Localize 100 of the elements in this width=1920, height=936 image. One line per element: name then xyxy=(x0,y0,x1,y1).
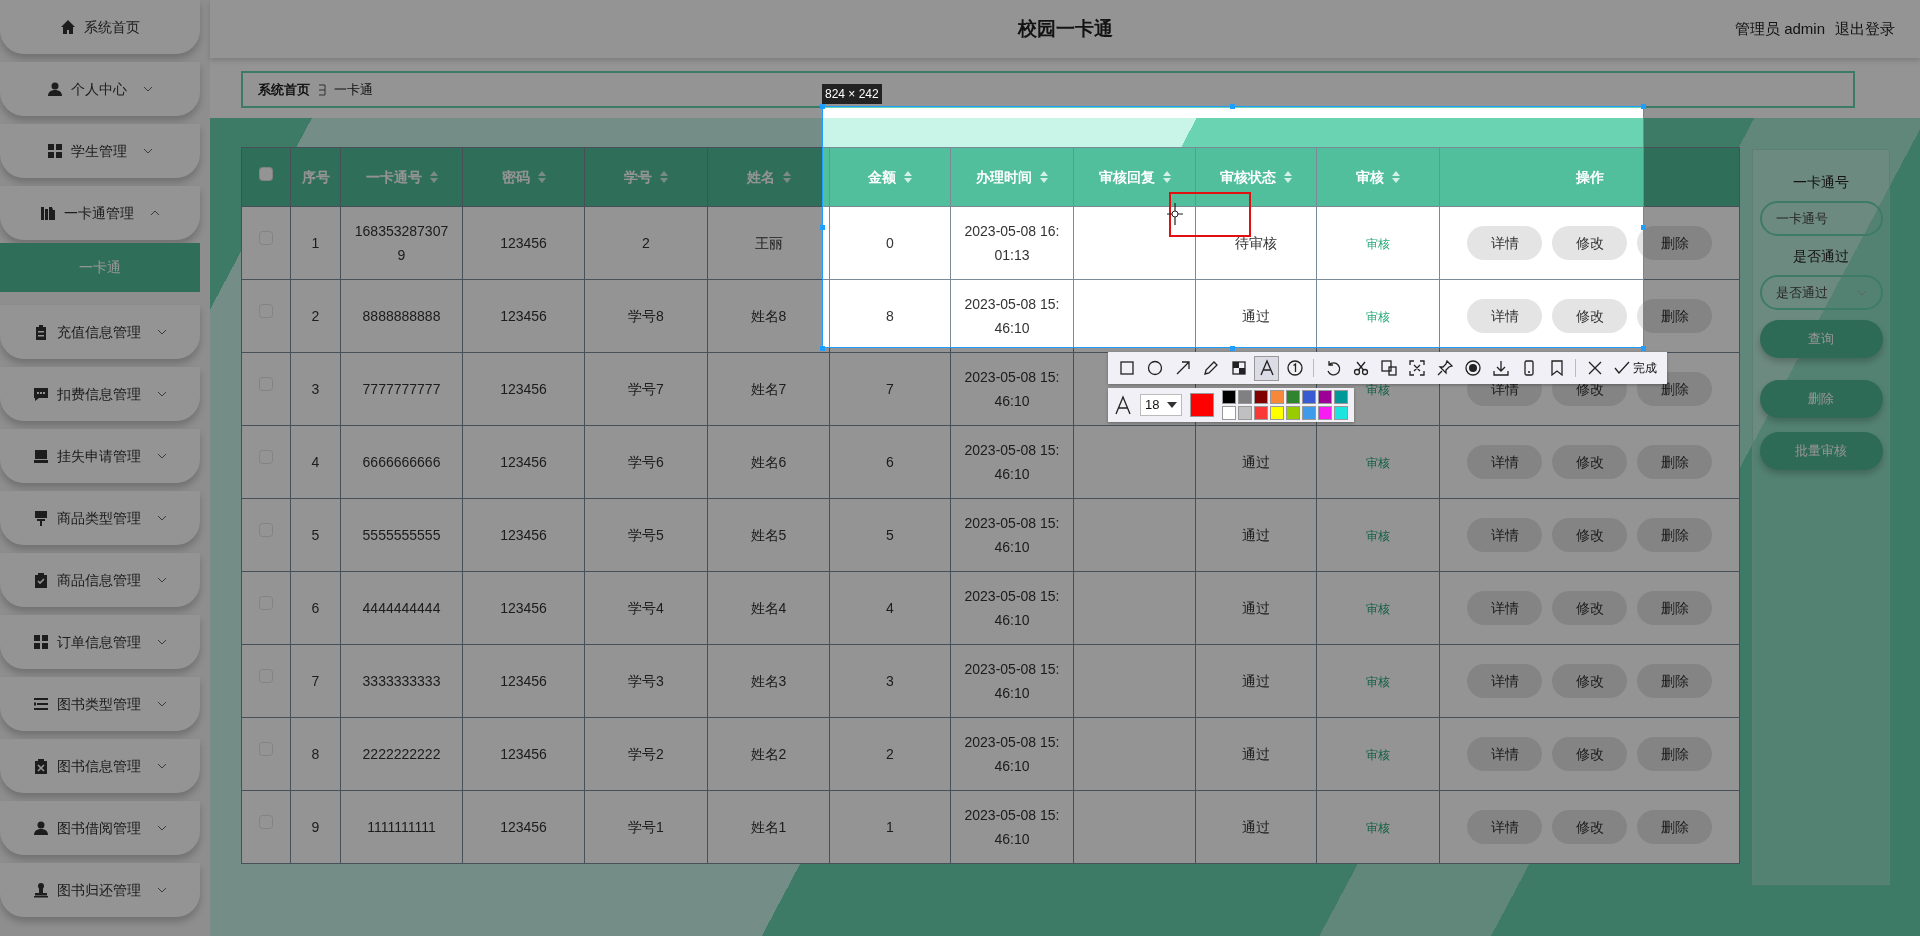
table-cell-text: 0 xyxy=(886,235,894,251)
breadcrumb-link[interactable]: 系统首页 xyxy=(258,79,310,100)
resize-handle[interactable] xyxy=(1230,346,1235,351)
font-icon xyxy=(1114,395,1132,415)
sidebar-item[interactable]: 图书信息管理 xyxy=(0,739,200,793)
sort-icon[interactable] xyxy=(782,171,791,183)
action-button[interactable]: 修改 xyxy=(1552,299,1627,333)
font-size-select[interactable]: 18 xyxy=(1140,394,1182,416)
action-button[interactable]: 详情 xyxy=(1467,810,1542,844)
review-link[interactable]: 审核 xyxy=(1366,747,1390,762)
color-swatch[interactable] xyxy=(1334,406,1348,420)
table-cell-text: 2023-05-08 15:46:10 xyxy=(964,369,1060,409)
color-swatch[interactable] xyxy=(1238,390,1252,404)
sort-icon[interactable] xyxy=(1162,171,1171,183)
action-button[interactable]: 修改 xyxy=(1552,591,1627,625)
action-button[interactable]: 详情 xyxy=(1467,591,1542,625)
sort-icon[interactable] xyxy=(1392,171,1400,183)
action-button[interactable]: 修改 xyxy=(1552,226,1627,260)
color-swatch[interactable] xyxy=(1238,406,1252,420)
sidebar-item[interactable]: 系统首页 xyxy=(0,0,200,54)
sidebar-item[interactable]: 图书归还管理 xyxy=(0,863,200,917)
action-button[interactable]: 修改 xyxy=(1552,810,1627,844)
review-link[interactable]: 审核 xyxy=(1366,601,1390,616)
sidebar-item[interactable]: 充值信息管理 xyxy=(0,305,200,359)
color-swatch[interactable] xyxy=(1270,406,1284,420)
color-swatch[interactable] xyxy=(1254,390,1268,404)
sort-icon[interactable] xyxy=(1284,171,1292,183)
sidebar-item[interactable]: 图书借阅管理 xyxy=(0,801,200,855)
sidebar-item[interactable]: 扣费信息管理 xyxy=(0,367,200,421)
action-button[interactable]: 修改 xyxy=(1552,737,1627,771)
logout-link[interactable]: 退出登录 xyxy=(1835,17,1895,41)
review-link[interactable]: 审核 xyxy=(1366,382,1390,397)
table-cell-text: 学号6 xyxy=(628,454,664,470)
resize-handle[interactable] xyxy=(820,346,825,351)
color-swatch[interactable] xyxy=(1254,406,1268,420)
sidebar-item[interactable]: 学生管理 xyxy=(0,124,200,178)
action-button[interactable]: 修改 xyxy=(1552,518,1627,552)
review-link[interactable]: 审核 xyxy=(1366,528,1390,543)
color-swatch[interactable] xyxy=(1318,406,1332,420)
color-swatch[interactable] xyxy=(1302,406,1316,420)
review-link[interactable]: 审核 xyxy=(1366,455,1390,470)
sidebar-item[interactable]: 一卡通管理 xyxy=(0,186,200,240)
annotation-rectangle[interactable] xyxy=(1169,192,1251,237)
action-button[interactable]: 详情 xyxy=(1467,518,1542,552)
sort-icon[interactable] xyxy=(1040,171,1048,183)
resize-handle[interactable] xyxy=(1641,225,1646,230)
resize-handle[interactable] xyxy=(1230,104,1235,109)
action-button[interactable]: 删除 xyxy=(1637,518,1712,552)
sidebar-item[interactable]: 商品信息管理 xyxy=(0,553,200,607)
select-field[interactable]: 是否通过 xyxy=(1759,275,1883,310)
grid-icon xyxy=(33,634,49,650)
color-swatch[interactable] xyxy=(1286,390,1300,404)
separator-icon xyxy=(318,83,326,96)
review-link[interactable]: 审核 xyxy=(1366,674,1390,689)
action-button[interactable]: 删除 xyxy=(1637,810,1712,844)
current-color-swatch[interactable] xyxy=(1190,393,1214,417)
sidebar-item[interactable]: 商品类型管理 xyxy=(0,491,200,545)
action-button[interactable]: 删除 xyxy=(1637,664,1712,698)
action-button[interactable]: 删除 xyxy=(1637,299,1712,333)
review-link[interactable]: 审核 xyxy=(1366,236,1390,251)
action-button[interactable]: 详情 xyxy=(1467,226,1542,260)
action-button[interactable]: 删除 xyxy=(1637,226,1712,260)
color-swatch[interactable] xyxy=(1222,390,1236,404)
resize-handle[interactable] xyxy=(820,104,825,109)
table-cell-text: 3333333333 xyxy=(362,673,441,689)
sidebar-item[interactable]: 个人中心 xyxy=(0,62,200,116)
resize-handle[interactable] xyxy=(1641,346,1646,351)
action-button[interactable]: 修改 xyxy=(1552,445,1627,479)
resize-handle[interactable] xyxy=(820,225,825,230)
table-cell-text: 6 xyxy=(311,600,320,616)
sort-icon[interactable] xyxy=(904,171,912,183)
resize-handle[interactable] xyxy=(1641,104,1646,109)
action-button[interactable]: 详情 xyxy=(1467,299,1542,333)
action-button[interactable]: 删除 xyxy=(1637,737,1712,771)
color-swatch[interactable] xyxy=(1318,390,1332,404)
sort-icon[interactable] xyxy=(660,171,668,183)
action-button[interactable]: 修改 xyxy=(1552,664,1627,698)
sort-icon[interactable] xyxy=(429,171,438,183)
review-link[interactable]: 审核 xyxy=(1366,309,1390,324)
color-swatch[interactable] xyxy=(1302,390,1316,404)
text-tool-icon[interactable] xyxy=(1254,355,1279,381)
color-swatch[interactable] xyxy=(1222,406,1236,420)
column-label: 一卡通号 xyxy=(365,167,422,187)
color-swatch[interactable] xyxy=(1270,390,1284,404)
sidebar-item[interactable]: 订单信息管理 xyxy=(0,615,200,669)
color-swatch[interactable] xyxy=(1286,406,1300,420)
action-button[interactable]: 删除 xyxy=(1637,591,1712,625)
action-button[interactable]: 详情 xyxy=(1467,445,1542,479)
column-label: 办理时间 xyxy=(976,167,1032,187)
action-button[interactable]: 详情 xyxy=(1467,737,1542,771)
color-swatch[interactable] xyxy=(1334,390,1348,404)
sidebar-item[interactable]: 挂失申请管理 xyxy=(0,429,200,483)
sort-icon[interactable] xyxy=(537,171,546,183)
action-button[interactable]: 删除 xyxy=(1637,445,1712,479)
breadcrumb-link[interactable]: 一卡通 xyxy=(334,79,373,100)
clipboard-icon xyxy=(33,324,49,340)
select-all-checkbox[interactable] xyxy=(259,166,273,181)
review-link[interactable]: 审核 xyxy=(1366,820,1390,835)
action-button[interactable]: 详情 xyxy=(1467,664,1542,698)
sidebar-item[interactable]: 图书类型管理 xyxy=(0,677,200,731)
